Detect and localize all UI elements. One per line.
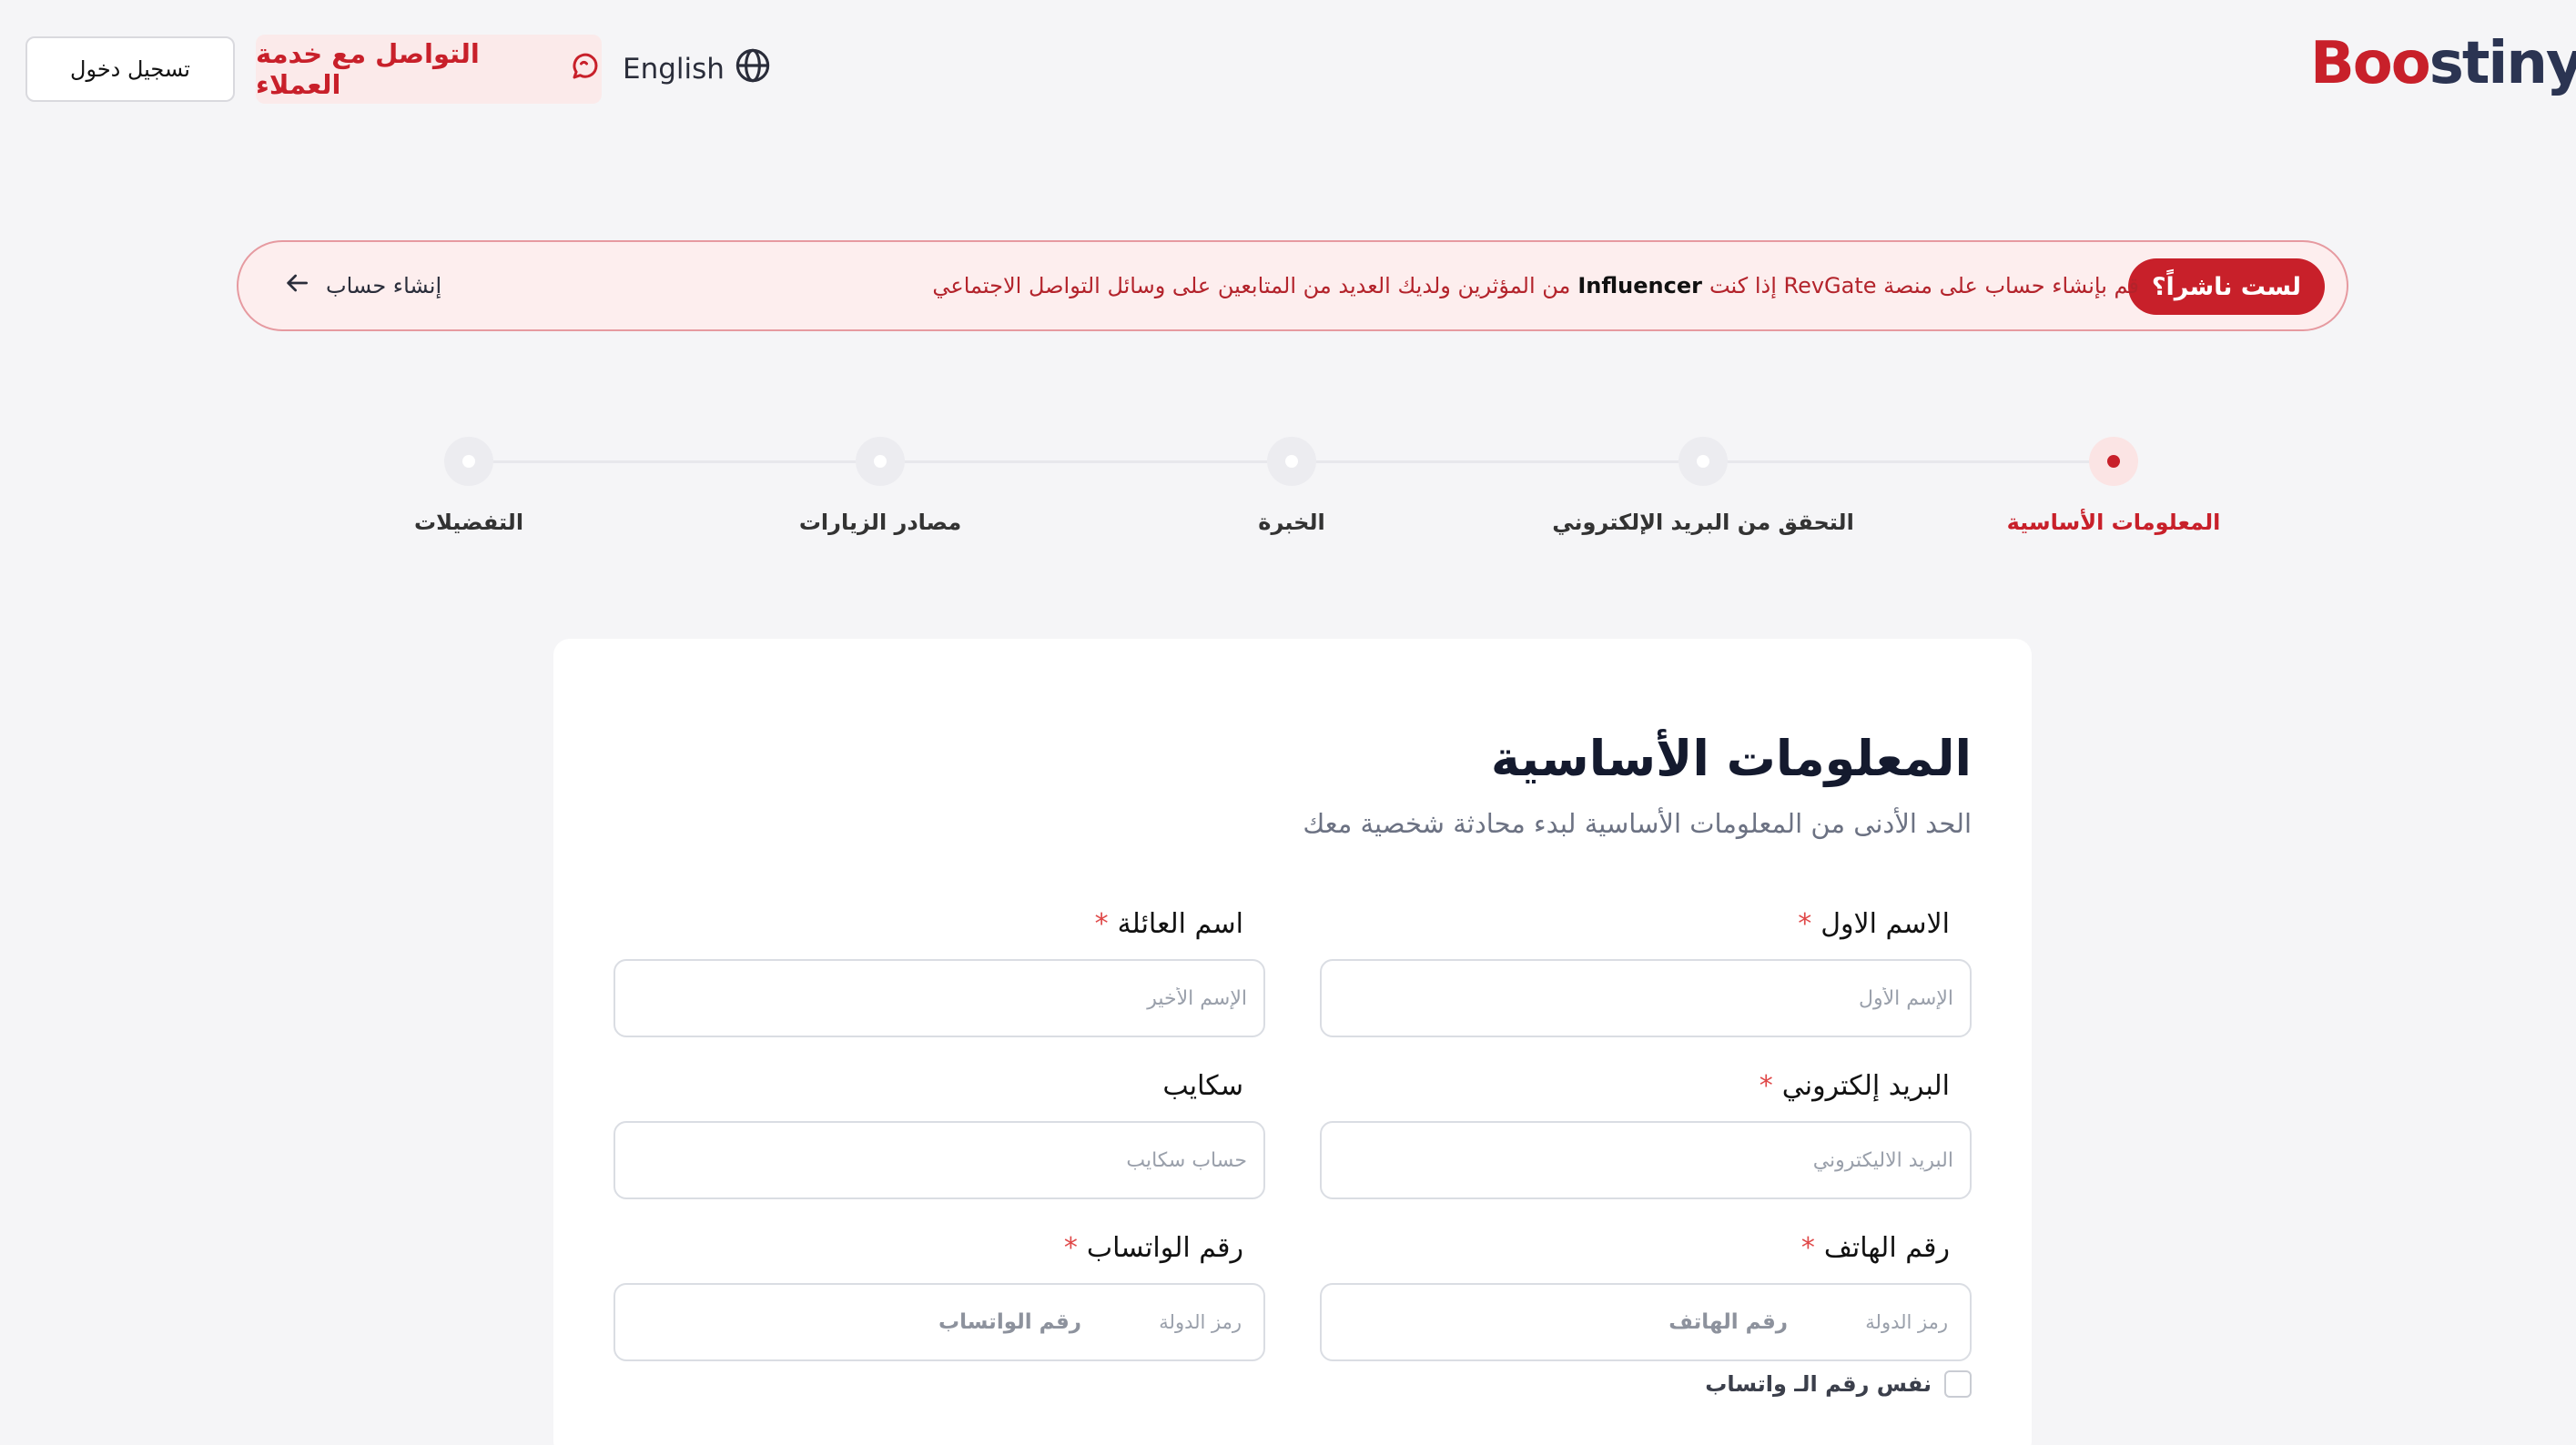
language-switch[interactable]: English bbox=[623, 45, 772, 93]
publisher-banner: لست ناشراً؟ قم بإنشاء حساب على منصة RevG… bbox=[237, 240, 2348, 331]
logo-rest: stiny bbox=[2429, 30, 2576, 97]
same-whatsapp-row[interactable]: نفس رقم الـ واتساب bbox=[1705, 1370, 1972, 1398]
form-title: المعلومات الأساسية bbox=[1490, 730, 1972, 787]
step-label: المعلومات الأساسية bbox=[2006, 510, 2221, 535]
step-dot bbox=[2089, 437, 2138, 486]
basic-info-card: المعلومات الأساسية الحد الأدنى من المعلو… bbox=[553, 639, 2032, 1445]
step-traffic-sources[interactable]: مصادر الزيارات bbox=[698, 437, 1062, 535]
skype-label: سكايب bbox=[1162, 1070, 1243, 1102]
step-dot bbox=[444, 437, 493, 486]
phone-number-placeholder[interactable]: رقم الهاتف bbox=[1668, 1285, 1788, 1359]
email-input[interactable] bbox=[1320, 1121, 1972, 1199]
step-label: مصادر الزيارات bbox=[798, 510, 962, 535]
create-account-link[interactable]: إنشاء حساب bbox=[282, 242, 441, 329]
step-experience[interactable]: الخبرة bbox=[1110, 437, 1474, 535]
language-label: English bbox=[623, 53, 725, 86]
step-email-verification[interactable]: التحقق من البريد الإلكتروني bbox=[1521, 437, 1885, 535]
registration-stepper: المعلومات الأساسية التحقق من البريد الإل… bbox=[0, 428, 2576, 546]
boostiny-logo[interactable]: B oo stiny bbox=[2310, 27, 2576, 100]
chat-icon bbox=[569, 50, 602, 89]
arrow-left-icon bbox=[282, 268, 311, 303]
step-label: الخبرة bbox=[1258, 510, 1325, 535]
same-whatsapp-checkbox[interactable] bbox=[1944, 1370, 1972, 1398]
not-publisher-badge: لست ناشراً؟ bbox=[2127, 258, 2325, 315]
last-name-label: اسم العائلة* bbox=[1094, 908, 1243, 940]
step-preferences[interactable]: التفضيلات bbox=[287, 437, 651, 535]
last-name-input[interactable] bbox=[614, 959, 1265, 1037]
banner-message: قم بإنشاء حساب على منصة RevGate إذا كنت … bbox=[932, 242, 2139, 329]
step-label: التحقق من البريد الإلكتروني bbox=[1552, 510, 1854, 535]
step-dot bbox=[1678, 437, 1728, 486]
step-dot bbox=[1267, 437, 1316, 486]
logo-oo: oo bbox=[2352, 30, 2431, 97]
globe-icon bbox=[734, 46, 772, 92]
form-subtitle: الحد الأدنى من المعلومات الأساسية لبدء م… bbox=[1303, 808, 1972, 839]
whatsapp-number-placeholder[interactable]: رقم الواتساب bbox=[938, 1285, 1081, 1359]
phone-input[interactable]: رمز الدولة رقم الهاتف bbox=[1320, 1283, 1972, 1361]
customer-support-button[interactable]: التواصل مع خدمة العملاء bbox=[256, 35, 602, 104]
step-basic-info[interactable]: المعلومات الأساسية bbox=[1932, 437, 2296, 535]
email-label: البريد إلكتروني* bbox=[1759, 1070, 1950, 1102]
create-account-label: إنشاء حساب bbox=[326, 273, 442, 298]
phone-country-code[interactable]: رمز الدولة bbox=[1865, 1285, 1948, 1359]
step-dot bbox=[856, 437, 905, 486]
whatsapp-input[interactable]: رمز الدولة رقم الواتساب bbox=[614, 1283, 1265, 1361]
whatsapp-label: رقم الواتساب* bbox=[1063, 1232, 1243, 1264]
login-button[interactable]: تسجيل دخول bbox=[25, 36, 235, 102]
banner-text-part1: قم بإنشاء حساب على منصة RevGate إذا كنت bbox=[1709, 273, 2139, 298]
first-name-label: الاسم الاول* bbox=[1798, 908, 1950, 940]
whatsapp-country-code[interactable]: رمز الدولة bbox=[1159, 1285, 1242, 1359]
first-name-input[interactable] bbox=[1320, 959, 1972, 1037]
skype-input[interactable] bbox=[614, 1121, 1265, 1199]
logo-letter-b: B bbox=[2310, 30, 2355, 97]
same-whatsapp-label: نفس رقم الـ واتساب bbox=[1705, 1371, 1932, 1397]
banner-text-part2: من المؤثرين ولديك العديد من المتابعين عل… bbox=[932, 273, 1571, 298]
support-label: التواصل مع خدمة العملاء bbox=[256, 38, 480, 100]
top-header: تسجيل دخول التواصل مع خدمة العملاء Engli… bbox=[0, 0, 2576, 136]
step-label: التفضيلات bbox=[413, 510, 524, 535]
banner-text-bold: Influencer bbox=[1577, 273, 1702, 298]
phone-label: رقم الهاتف* bbox=[1800, 1232, 1950, 1264]
